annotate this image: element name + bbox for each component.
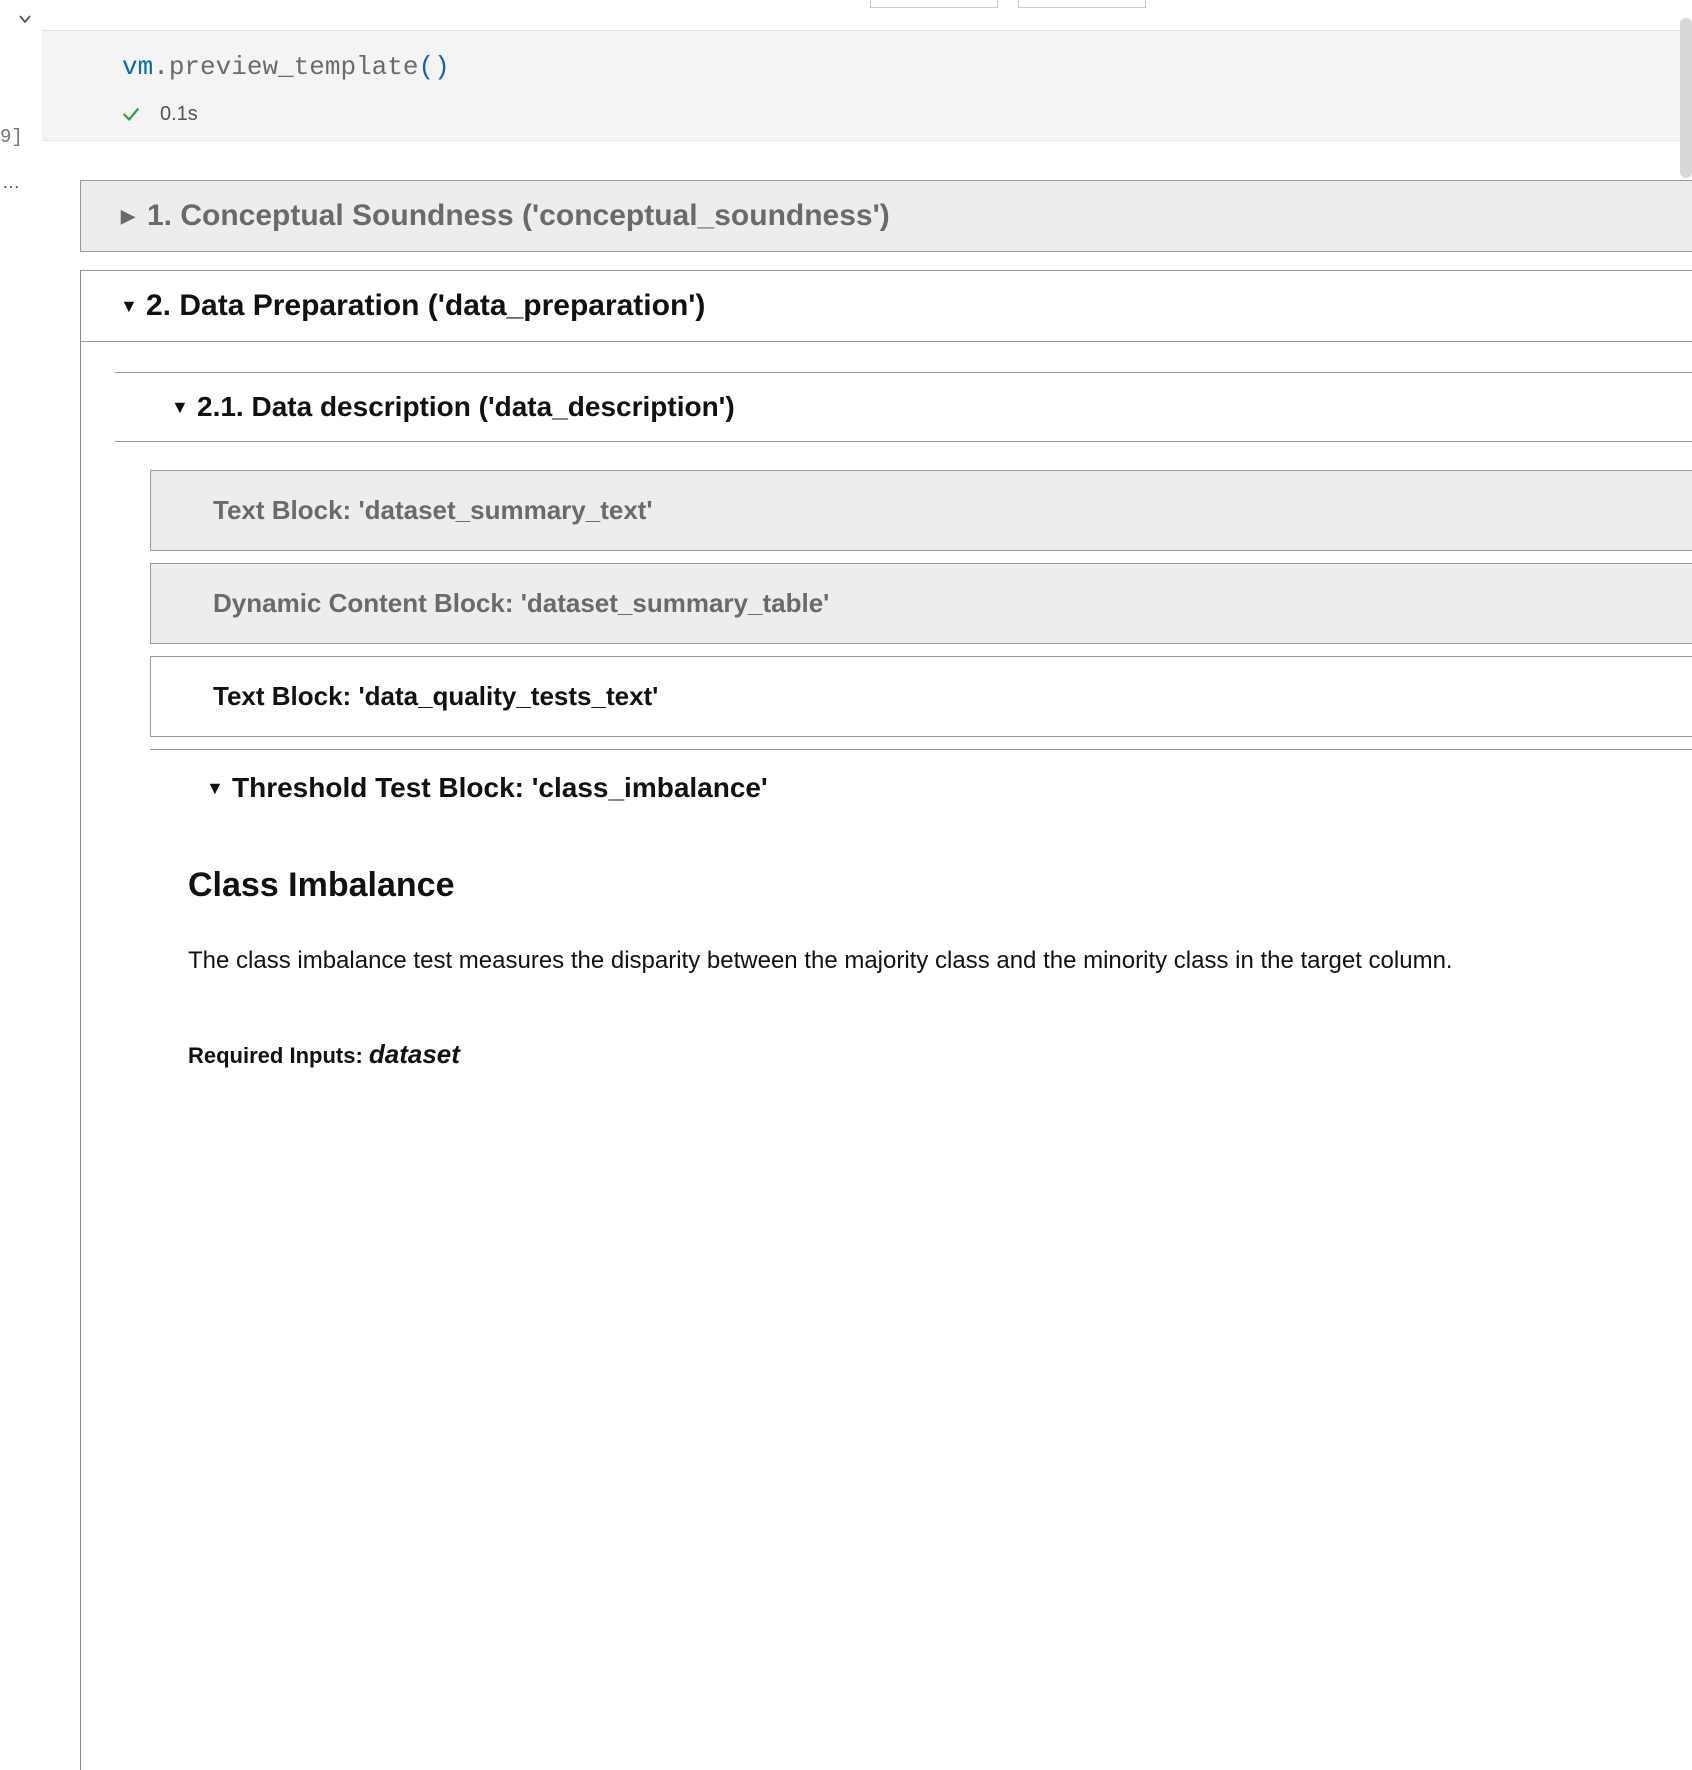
section-conceptual-soundness[interactable]: ▶ 1. Conceptual Soundness ('conceptual_s… (80, 180, 1692, 252)
code-token-dot: . (153, 52, 169, 82)
threshold-description: The class imbalance test measures the di… (188, 943, 1662, 979)
block-label: Text Block: 'data_quality_tests_text' (213, 681, 658, 711)
ghost-button (1018, 0, 1146, 8)
code-token-object: vm (122, 52, 153, 82)
required-inputs-value: dataset (369, 1039, 460, 1069)
scrollbar-thumb[interactable] (1680, 18, 1692, 178)
cell-status-row: 0.1s (42, 97, 1692, 140)
cell-collapse-chevron[interactable] (18, 12, 32, 31)
code-token-paren: ) (434, 52, 450, 82)
text-block-dataset-summary-text[interactable]: Text Block: 'dataset_summary_text' (150, 470, 1692, 551)
cell-execution-count: 9] (0, 126, 23, 148)
chevron-down-icon (18, 12, 32, 26)
section-label: 2. Data Preparation ('data_preparation') (146, 289, 705, 323)
block-label: Dynamic Content Block: 'dataset_summary_… (213, 588, 829, 618)
block-label: Text Block: 'dataset_summary_text' (213, 495, 653, 525)
code-token-paren: ( (418, 52, 434, 82)
section-data-preparation[interactable]: ▼ 2. Data Preparation ('data_preparation… (80, 271, 1692, 342)
threshold-title: Class Imbalance (188, 866, 1662, 905)
output-left-rule (80, 270, 81, 1770)
threshold-block-header[interactable]: ▼ Threshold Test Block: 'class_imbalance… (150, 750, 1692, 826)
required-inputs-label: Required Inputs: (188, 1043, 369, 1068)
code-token-function: preview_template (169, 52, 419, 82)
toolbar-cropped (870, 0, 1146, 8)
execution-time: 0.1s (160, 103, 198, 126)
output-collapse-ellipsis[interactable]: … (2, 172, 22, 193)
cell-output: ▶ 1. Conceptual Soundness ('conceptual_s… (80, 180, 1692, 1070)
subsection-label: 2.1. Data description ('data_description… (197, 391, 735, 423)
ghost-button (870, 0, 998, 8)
threshold-test-block-class-imbalance: ▼ Threshold Test Block: 'class_imbalance… (150, 749, 1692, 1070)
code-cell[interactable]: vm.preview_template() 0.1s (42, 30, 1692, 141)
threshold-body: Class Imbalance The class imbalance test… (150, 826, 1692, 1070)
triangle-right-icon: ▶ (121, 206, 137, 227)
section-label: 1. Conceptual Soundness ('conceptual_sou… (147, 199, 890, 233)
threshold-header-label: Threshold Test Block: 'class_imbalance' (232, 772, 768, 804)
text-block-data-quality-tests-text[interactable]: Text Block: 'data_quality_tests_text' (150, 656, 1692, 737)
block-list: Text Block: 'dataset_summary_text' Dynam… (150, 470, 1692, 1070)
triangle-down-icon: ▼ (206, 778, 222, 799)
triangle-down-icon: ▼ (171, 397, 187, 418)
required-inputs: Required Inputs: dataset (188, 1039, 1662, 1070)
check-icon (120, 103, 142, 125)
dynamic-block-dataset-summary-table[interactable]: Dynamic Content Block: 'dataset_summary_… (150, 563, 1692, 644)
code-line: vm.preview_template() (42, 31, 1692, 97)
subsection-data-description[interactable]: ▼ 2.1. Data description ('data_descripti… (115, 372, 1692, 442)
triangle-down-icon: ▼ (120, 296, 136, 317)
